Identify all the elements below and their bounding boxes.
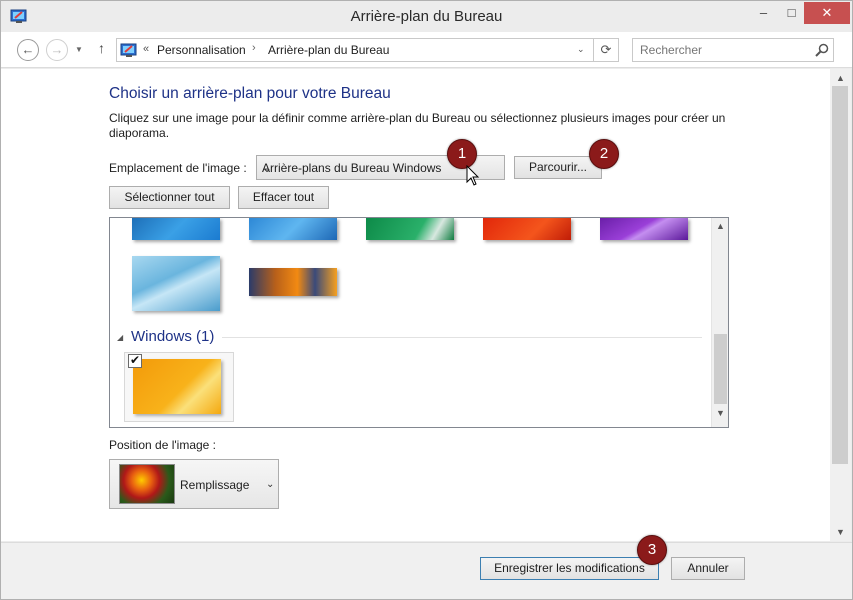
window-title: Arrière-plan du Bureau [350, 8, 503, 25]
wallpaper-thumbnail[interactable] [366, 218, 454, 240]
scroll-down-icon[interactable]: ▼ [716, 408, 725, 418]
wallpaper-thumbnail[interactable] [132, 256, 220, 311]
window: Arrière-plan du Bureau – □ ✕ ← → ▼ ↑ « P… [0, 0, 853, 600]
group-divider [222, 337, 702, 338]
cancel-button[interactable]: Annuler [671, 557, 745, 580]
wallpaper-thumbnail[interactable] [132, 218, 220, 240]
wallpaper-gallery: ◢ Windows (1) ✔ ▲ ▼ [109, 217, 729, 428]
overflow-chevron-icon[interactable]: « [143, 43, 149, 55]
page-scrollbar[interactable]: ▲ ▼ [830, 69, 851, 541]
search-icon[interactable] [814, 42, 830, 58]
recent-locations-icon[interactable]: ▼ [75, 45, 83, 54]
position-select[interactable]: Remplissage ⌄ [109, 459, 279, 509]
minimize-button[interactable]: – [750, 2, 777, 24]
wallpaper-checkbox[interactable]: ✔ [128, 354, 142, 368]
wallpaper-thumbnail[interactable] [249, 268, 337, 296]
maximize-button[interactable]: □ [778, 2, 805, 24]
scroll-up-icon[interactable]: ▲ [836, 73, 845, 83]
main-content: Choisir un arrière-plan pour votre Burea… [1, 69, 830, 541]
group-title[interactable]: Windows (1) [131, 328, 214, 345]
wallpaper-thumbnail[interactable] [483, 218, 571, 240]
collapse-group-icon[interactable]: ◢ [117, 333, 123, 342]
chevron-down-icon[interactable]: ⌄ [577, 44, 585, 55]
refresh-button[interactable]: ⟳ [594, 38, 619, 62]
page-title: Choisir un arrière-plan pour votre Burea… [109, 85, 391, 102]
control-panel-icon [120, 43, 137, 57]
location-label: Emplacement de l'image : [109, 161, 247, 175]
save-changes-button[interactable]: Enregistrer les modifications [480, 557, 659, 580]
search-box[interactable] [632, 38, 834, 62]
clear-all-button[interactable]: Effacer tout [238, 186, 329, 209]
position-value: Remplissage [180, 478, 250, 492]
scroll-thumb[interactable] [714, 334, 727, 404]
annotation-badge-2: 2 [589, 139, 619, 169]
forward-button[interactable]: → [46, 39, 68, 61]
wallpaper-thumbnail[interactable] [600, 218, 688, 240]
footer-bar: Enregistrer les modifications Annuler 3 [1, 535, 852, 599]
breadcrumb-arriere-plan[interactable]: Arrière-plan du Bureau [268, 43, 389, 57]
page-description: Cliquez sur une image pour la définir co… [109, 111, 726, 140]
up-button[interactable]: ↑ [98, 40, 105, 56]
chevron-down-icon: ⌄ [266, 479, 275, 490]
breadcrumb-personnalisation[interactable]: Personnalisation [157, 43, 246, 57]
scroll-up-icon[interactable]: ▲ [716, 221, 725, 231]
scroll-thumb[interactable] [832, 86, 848, 464]
wallpaper-thumbnail[interactable] [249, 218, 337, 240]
wallpaper-thumbnail[interactable] [133, 359, 221, 414]
title-bar: Arrière-plan du Bureau – □ ✕ [1, 1, 852, 32]
close-button[interactable]: ✕ [804, 2, 850, 24]
position-preview-icon [119, 464, 175, 504]
scroll-down-icon[interactable]: ▼ [836, 527, 845, 537]
select-all-button[interactable]: Sélectionner tout [109, 186, 230, 209]
back-button[interactable]: ← [17, 39, 39, 61]
browse-button[interactable]: Parcourir... [514, 156, 602, 179]
navigation-bar: ← → ▼ ↑ « Personnalisation › Arrière-pla… [1, 32, 852, 68]
position-label: Position de l'image : [109, 438, 217, 452]
search-input[interactable] [633, 39, 813, 61]
mouse-cursor-icon [466, 165, 480, 186]
address-bar[interactable]: « Personnalisation › Arrière-plan du Bur… [116, 38, 594, 62]
gallery-scrollbar[interactable]: ▲ ▼ [711, 218, 728, 427]
breadcrumb-separator-icon[interactable]: › [252, 42, 256, 54]
annotation-badge-3: 3 [637, 535, 667, 565]
